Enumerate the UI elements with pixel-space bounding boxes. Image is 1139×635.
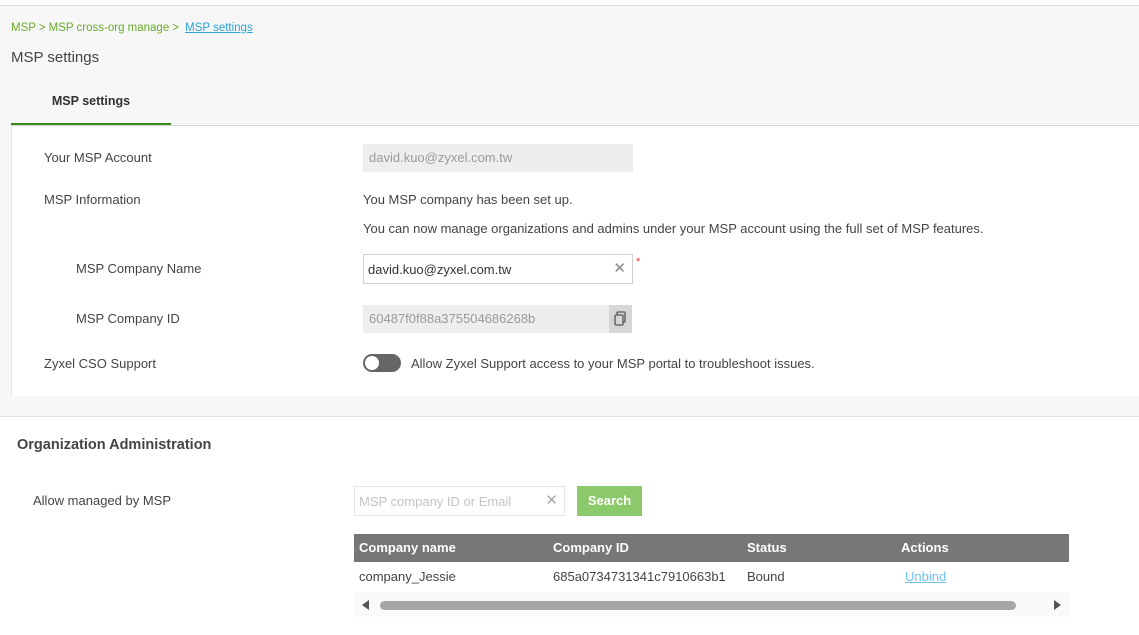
msp-company-id-field: 60487f0f88a375504686268b — [363, 305, 609, 333]
allow-managed-label: Allow managed by MSP — [33, 493, 172, 508]
msp-settings-panel: Your MSP Account david.kuo@zyxel.com.tw … — [11, 126, 1139, 396]
msp-information-label: MSP Information — [44, 192, 141, 207]
msp-search-input[interactable] — [355, 487, 564, 515]
tab-msp-settings[interactable]: MSP settings — [11, 80, 171, 125]
toggle-knob — [365, 356, 379, 370]
organization-administration-panel: Organization Administration Allow manage… — [0, 416, 1139, 635]
msp-company-name-field: ✕ — [363, 254, 633, 284]
arrow-left-icon[interactable] — [362, 600, 369, 610]
breadcrumb-separator: > — [38, 22, 46, 34]
company-table: Company name Company ID Status Actions c… — [354, 534, 1069, 617]
section-title: Organization Administration — [17, 437, 212, 453]
msp-information-line2: You can now manage organizations and adm… — [363, 221, 984, 236]
page-title: MSP settings — [11, 49, 100, 66]
close-icon[interactable]: ✕ — [545, 493, 558, 508]
column-header-actions[interactable]: Actions — [901, 534, 949, 562]
scrollbar-thumb[interactable] — [380, 601, 1016, 610]
msp-account-field: david.kuo@zyxel.com.tw — [363, 144, 633, 172]
column-header-company-name[interactable]: Company name — [359, 534, 456, 562]
msp-account-label: Your MSP Account — [44, 150, 152, 165]
breadcrumb-item-current[interactable]: MSP settings — [185, 22, 253, 34]
msp-search-field: ✕ — [354, 486, 565, 516]
cell-status: Bound — [747, 569, 785, 584]
arrow-right-icon[interactable] — [1054, 600, 1061, 610]
breadcrumb-item-msp[interactable]: MSP — [11, 22, 36, 34]
horizontal-scrollbar[interactable] — [354, 594, 1069, 616]
msp-company-name-label: MSP Company Name — [76, 261, 202, 276]
cso-support-toggle[interactable] — [363, 354, 401, 372]
table-header: Company name Company ID Status Actions — [354, 534, 1069, 562]
cell-company-id: 685a0734731341c7910663b1 — [553, 569, 726, 584]
breadcrumb-separator: > — [172, 22, 179, 34]
cso-support-description: Allow Zyxel Support access to your MSP p… — [411, 356, 815, 371]
cell-company-name: company_Jessie — [359, 569, 456, 584]
unbind-link[interactable]: Unbind — [905, 562, 946, 592]
close-icon[interactable]: ✕ — [613, 261, 626, 276]
column-header-company-id[interactable]: Company ID — [553, 534, 629, 562]
copy-button[interactable] — [609, 305, 632, 333]
msp-company-name-input[interactable] — [364, 255, 632, 283]
column-header-status[interactable]: Status — [747, 534, 787, 562]
table-row: company_Jessie 685a0734731341c7910663b1 … — [354, 562, 1069, 592]
top-bar — [0, 0, 1139, 6]
breadcrumb: MSP > MSP cross-org manage > MSP settings — [11, 22, 253, 34]
breadcrumb-item-cross-org[interactable]: MSP cross-org manage — [49, 22, 170, 34]
cso-support-label: Zyxel CSO Support — [44, 356, 156, 371]
tab-bar: MSP settings — [11, 80, 1139, 126]
copy-icon — [614, 311, 626, 326]
msp-company-id-label: MSP Company ID — [76, 311, 180, 326]
msp-information-line1: You MSP company has been set up. — [363, 192, 573, 207]
search-button[interactable]: Search — [577, 486, 642, 516]
required-marker: * — [636, 256, 641, 268]
